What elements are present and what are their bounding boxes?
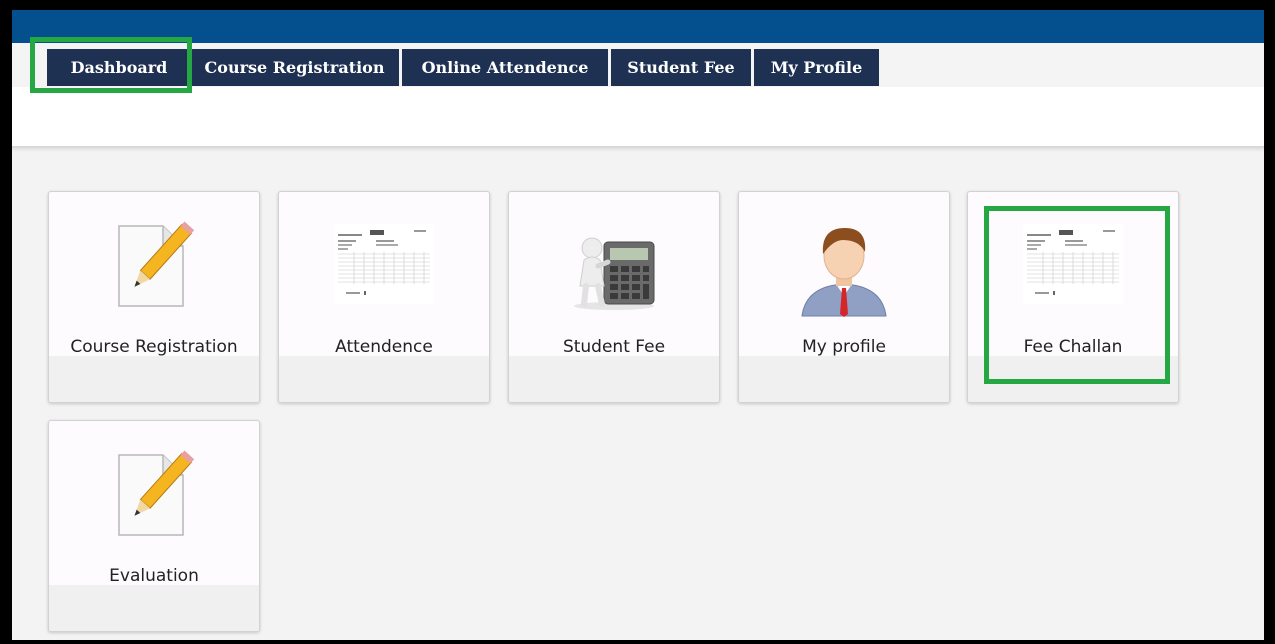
tab-online-attendence[interactable]: Online Attendence xyxy=(402,49,608,86)
tab-student-fee[interactable]: Student Fee xyxy=(611,49,751,86)
tab-dashboard-label: Dashboard xyxy=(70,58,168,77)
tab-course-registration[interactable]: Course Registration xyxy=(190,49,399,86)
user-avatar-icon xyxy=(794,218,894,322)
tile-label: Attendence xyxy=(335,337,433,357)
tile-footer xyxy=(968,356,1178,402)
tile-footer xyxy=(49,356,259,402)
pencil-paper-icon xyxy=(109,449,199,543)
tab-my-profile-label: My Profile xyxy=(770,58,863,77)
calculator-icon xyxy=(564,222,664,316)
tile-footer xyxy=(509,356,719,402)
tile-attendence[interactable]: Attendence xyxy=(278,191,490,403)
tab-online-attendence-label: Online Attendence xyxy=(421,58,589,77)
tile-label: Course Registration xyxy=(70,337,238,357)
header-band xyxy=(12,87,1264,148)
tab-course-registration-label: Course Registration xyxy=(204,58,385,77)
tile-label: My profile xyxy=(802,337,886,357)
tile-footer xyxy=(49,585,259,631)
pencil-paper-icon xyxy=(109,220,199,314)
tile-label: Fee Challan xyxy=(1023,337,1123,357)
tile-student-fee[interactable]: Student Fee xyxy=(508,191,720,403)
top-bar xyxy=(12,10,1264,43)
tile-footer xyxy=(739,356,949,402)
tile-label: Evaluation xyxy=(109,566,199,586)
document-thumbnail-icon xyxy=(334,224,434,308)
tile-label: Student Fee xyxy=(562,337,666,357)
tile-evaluation[interactable]: Evaluation xyxy=(48,420,260,632)
tab-student-fee-label: Student Fee xyxy=(627,58,735,77)
tab-dashboard[interactable]: Dashboard xyxy=(47,49,191,86)
tab-my-profile[interactable]: My Profile xyxy=(754,49,879,86)
tile-fee-challan[interactable]: Fee Challan xyxy=(967,191,1179,403)
document-thumbnail-icon xyxy=(1023,224,1123,308)
app-frame: Dashboard Course Registration Online Att… xyxy=(12,10,1264,640)
tile-course-registration[interactable]: Course Registration xyxy=(48,191,260,403)
tile-footer xyxy=(279,356,489,402)
tile-my-profile[interactable]: My profile xyxy=(738,191,950,403)
